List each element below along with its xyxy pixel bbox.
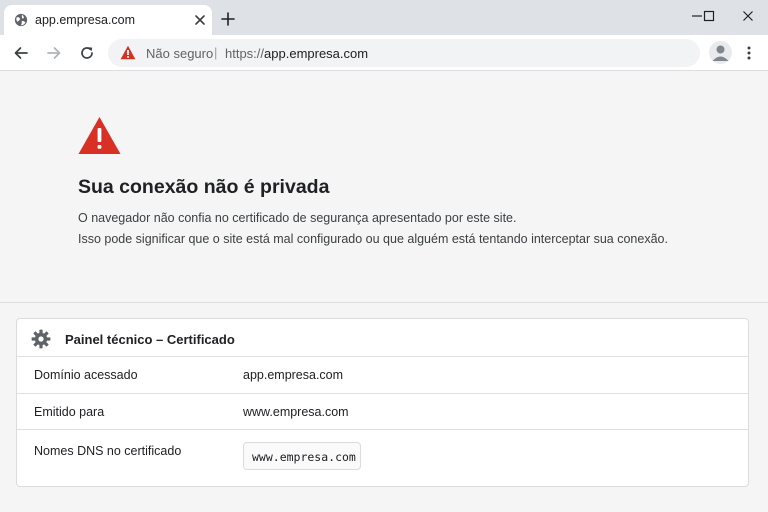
reload-icon bbox=[81, 47, 93, 59]
panel-title: Painel técnico – Certificado bbox=[65, 332, 235, 347]
row-value: app.empresa.com bbox=[243, 368, 344, 382]
kebab-menu-icon bbox=[747, 46, 751, 60]
forward-button[interactable] bbox=[44, 43, 64, 63]
reload-button[interactable] bbox=[77, 43, 97, 63]
tab-strip: app.empresa.com bbox=[0, 0, 768, 35]
avatar-icon bbox=[712, 45, 729, 61]
row-label: Domínio acessado bbox=[34, 368, 138, 382]
section-divider bbox=[0, 302, 768, 303]
dns-name-value: www.empresa.com bbox=[252, 450, 356, 464]
back-button[interactable] bbox=[11, 43, 31, 63]
error-description-line-1: O navegador não confia no certificado de… bbox=[78, 211, 517, 225]
security-status-text[interactable]: Não seguro bbox=[146, 46, 213, 61]
error-title: Sua conexão não é privada bbox=[78, 176, 330, 198]
row-label: Nomes DNS no certificado bbox=[34, 444, 182, 458]
tab-title: app.empresa.com bbox=[35, 13, 136, 27]
table-row: Domínio acessado app.empresa.com bbox=[17, 357, 748, 394]
maximize-icon bbox=[703, 10, 715, 22]
error-page: Sua conexão não é privada O navegador nã… bbox=[0, 71, 768, 512]
dns-name-chip: www.empresa.com bbox=[243, 442, 361, 470]
row-label: Emitido para bbox=[34, 405, 105, 419]
panel-header: Painel técnico – Certificado bbox=[17, 319, 748, 357]
arrow-left-icon bbox=[14, 47, 28, 59]
plus-icon[interactable] bbox=[220, 11, 236, 27]
row-value: www.empresa.com bbox=[243, 405, 349, 419]
browser-menu-button[interactable] bbox=[740, 43, 758, 63]
window-close-button[interactable] bbox=[737, 6, 759, 26]
profile-button[interactable] bbox=[709, 41, 732, 64]
technical-panel: Painel técnico – Certificado Domínio ace… bbox=[16, 318, 749, 487]
globe-icon bbox=[14, 13, 28, 27]
warning-triangle-icon bbox=[78, 117, 121, 154]
close-icon bbox=[743, 11, 753, 21]
close-icon[interactable] bbox=[193, 13, 207, 27]
gear-icon bbox=[31, 329, 51, 349]
maximize-button[interactable] bbox=[698, 6, 720, 26]
omnibox-separator: | bbox=[214, 45, 218, 60]
table-row: Nomes DNS no certificado www.empresa.com bbox=[17, 430, 748, 486]
browser-tab[interactable]: app.empresa.com bbox=[4, 5, 212, 35]
warning-triangle-icon[interactable] bbox=[120, 45, 136, 60]
url-host: app.empresa.com bbox=[264, 46, 369, 61]
browser-toolbar: Não seguro | https://app.empresa.com bbox=[0, 35, 768, 71]
table-row: Emitido para www.empresa.com bbox=[17, 394, 748, 430]
arrow-right-icon bbox=[47, 47, 61, 59]
address-bar[interactable]: Não seguro | https://app.empresa.com bbox=[108, 39, 700, 67]
error-description-line-2: Isso pode significar que o site está mal… bbox=[78, 232, 668, 246]
url-scheme: https:// bbox=[225, 46, 265, 61]
url-text[interactable]: https://app.empresa.com bbox=[225, 46, 368, 61]
